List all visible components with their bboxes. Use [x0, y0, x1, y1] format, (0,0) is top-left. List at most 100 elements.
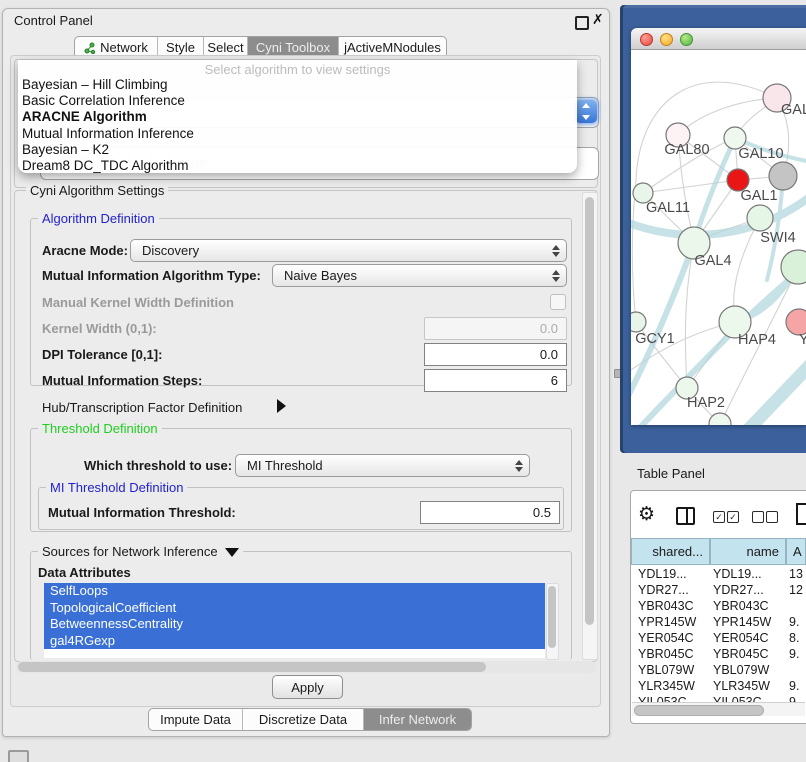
deselect-all-icon[interactable]: [752, 511, 764, 523]
mi-steps-field[interactable]: 6: [424, 369, 567, 392]
table-row[interactable]: YER054C: [638, 631, 694, 645]
table-row[interactable]: YLR345W: [638, 679, 695, 693]
mi-type-label: Mutual Information Algorithm Type:: [42, 268, 261, 283]
dpi-tolerance-field[interactable]: 0.0: [424, 343, 567, 366]
collapse-down-icon[interactable]: [225, 548, 239, 557]
select-all-check-icon[interactable]: ✓: [727, 511, 739, 523]
export-table-icon[interactable]: [796, 503, 806, 525]
attribute-item[interactable]: TopologicalCoefficient: [44, 600, 545, 617]
columns-icon[interactable]: [676, 507, 695, 525]
settings-scrollbar-thumb[interactable]: [585, 197, 594, 625]
attribute-item[interactable]: gal4RGexp: [44, 633, 545, 650]
node-label: Y: [799, 332, 806, 348]
table-hscrollbar: [632, 702, 805, 716]
data-attributes-list: SelfLoops TopologicalCoefficient Between…: [44, 583, 545, 658]
stepper-icon: [552, 245, 559, 257]
tab-discretize-data[interactable]: Discretize Data: [243, 709, 364, 730]
mi-threshold-field[interactable]: 0.5: [420, 501, 560, 524]
list-scrollbar-thumb[interactable]: [548, 586, 556, 648]
aracne-mode-combo[interactable]: Discovery: [130, 239, 567, 262]
float-window-icon[interactable]: [575, 16, 589, 30]
screen: Control Panel ✗ Network Style Select Cyn…: [0, 0, 806, 762]
which-threshold-combo[interactable]: MI Threshold: [235, 454, 530, 477]
bottom-tabbar: Impute Data Discretize Data Infer Networ…: [148, 708, 472, 731]
hub-definition-label[interactable]: Hub/Transcription Factor Definition: [42, 400, 242, 415]
dropdown-item[interactable]: Bayesian – K2: [18, 142, 577, 158]
deselect-all-icon[interactable]: [766, 511, 778, 523]
table-row[interactable]: YDL19...: [638, 567, 687, 581]
dropdown-item[interactable]: Bayesian – Hill Climbing: [18, 77, 577, 93]
table-hscrollbar-thumb[interactable]: [634, 705, 764, 716]
mi-steps-label: Mutual Information Steps:: [42, 373, 202, 388]
threshold-definition-title: Threshold Definition: [38, 421, 162, 436]
column-header-shared[interactable]: shared...: [631, 538, 710, 565]
attribute-item[interactable]: BetweennessCentrality: [44, 616, 545, 633]
network-node[interactable]: [709, 413, 731, 425]
table-row[interactable]: YBL079W: [638, 663, 694, 677]
cyni-algorithm-settings-title: Cyni Algorithm Settings: [26, 183, 168, 198]
which-threshold-label: Which threshold to use:: [84, 458, 232, 473]
node-label: GAL11: [646, 200, 690, 216]
mi-threshold-group-title: MI Threshold Definition: [46, 480, 187, 495]
network-canvas[interactable]: GAL GAL80 GAL10 GAL1 GAL11 SWI4 GAL4 GCY…: [631, 50, 806, 425]
network-node-labels: GAL GAL80 GAL10 GAL1 GAL11 SWI4 GAL4 GCY…: [635, 102, 806, 411]
mi-type-combo[interactable]: Naive Bayes: [272, 264, 567, 287]
control-panel-title: Control Panel: [14, 13, 93, 28]
sources-group-title: Sources for Network Inference: [38, 544, 243, 559]
close-icon[interactable]: ✗: [592, 11, 604, 28]
settings-hscrollbar-thumb[interactable]: [18, 662, 486, 672]
manual-kernel-checkbox[interactable]: [550, 294, 566, 310]
tab-network-label: Network: [100, 40, 148, 55]
tab-impute-data[interactable]: Impute Data: [149, 709, 243, 730]
kernel-width-field[interactable]: 0.0: [424, 317, 567, 340]
dpi-tolerance-label: DPI Tolerance [0,1]:: [42, 347, 162, 362]
apply-button[interactable]: Apply: [272, 675, 343, 699]
node-label: HAP2: [687, 395, 725, 411]
network-node-gray[interactable]: [769, 162, 797, 190]
dropdown-item[interactable]: Dream8 DC_TDC Algorithm: [18, 158, 577, 174]
aracne-mode-label: Aracne Mode:: [42, 243, 128, 258]
node-label: GCY1: [635, 331, 675, 347]
network-node[interactable]: [781, 250, 806, 284]
table-body: YDL19... YDL19... 13 YDR27... YDR27... 1…: [631, 566, 805, 706]
table-panel-title: Table Panel: [637, 466, 705, 481]
table-row[interactable]: YBR045C: [638, 647, 694, 661]
node-label: SWI4: [760, 230, 795, 246]
column-header-partial[interactable]: A: [786, 538, 806, 565]
column-header-name[interactable]: name: [710, 538, 786, 565]
kernel-width-label: Kernel Width (0,1):: [42, 321, 157, 336]
gear-icon[interactable]: ⚙: [638, 503, 655, 526]
table-row[interactable]: YPR145W: [638, 615, 696, 629]
select-all-check-icon[interactable]: ✓: [713, 511, 725, 523]
node-label: GAL4: [694, 253, 731, 269]
tab-infer-network[interactable]: Infer Network: [364, 709, 471, 730]
close-traffic-light-icon[interactable]: [640, 33, 653, 46]
network-node-gcy1[interactable]: [631, 312, 646, 332]
stepper-icon: [515, 460, 522, 472]
dropdown-placeholder: Select algorithm to view settings: [18, 60, 577, 77]
table-row[interactable]: YDR27...: [638, 583, 689, 597]
dropdown-item[interactable]: Mutual Information Inference: [18, 126, 577, 142]
node-label: GAL10: [738, 146, 783, 162]
network-icon: [84, 42, 96, 54]
algorithm-combo-stepper[interactable]: [575, 100, 597, 123]
settings-scrollbar: [582, 192, 598, 660]
dropdown-item[interactable]: Basic Correlation Inference: [18, 93, 577, 109]
zoom-traffic-light-icon[interactable]: [680, 33, 693, 46]
dropdown-item-selected[interactable]: ARACNE Algorithm: [18, 109, 577, 125]
attribute-item[interactable]: SelfLoops: [44, 583, 545, 600]
node-label: HAP4: [738, 332, 776, 348]
manual-kernel-label: Manual Kernel Width Definition: [42, 295, 234, 310]
algorithm-dropdown: Select algorithm to view settings Bayesi…: [18, 60, 577, 173]
minimized-panel-icon[interactable]: [8, 750, 29, 762]
data-attributes-label: Data Attributes: [38, 565, 131, 580]
node-label: GAL1: [740, 188, 777, 204]
expand-right-icon[interactable]: [277, 399, 286, 413]
network-node-swi4[interactable]: [747, 205, 773, 231]
list-scrollbar: [546, 583, 559, 660]
minimize-traffic-light-icon[interactable]: [660, 33, 673, 46]
algorithm-definition-title: Algorithm Definition: [38, 211, 159, 226]
table-row[interactable]: YBR043C: [638, 599, 694, 613]
settings-hscrollbar: [16, 661, 596, 673]
network-window-titlebar[interactable]: [631, 28, 806, 50]
